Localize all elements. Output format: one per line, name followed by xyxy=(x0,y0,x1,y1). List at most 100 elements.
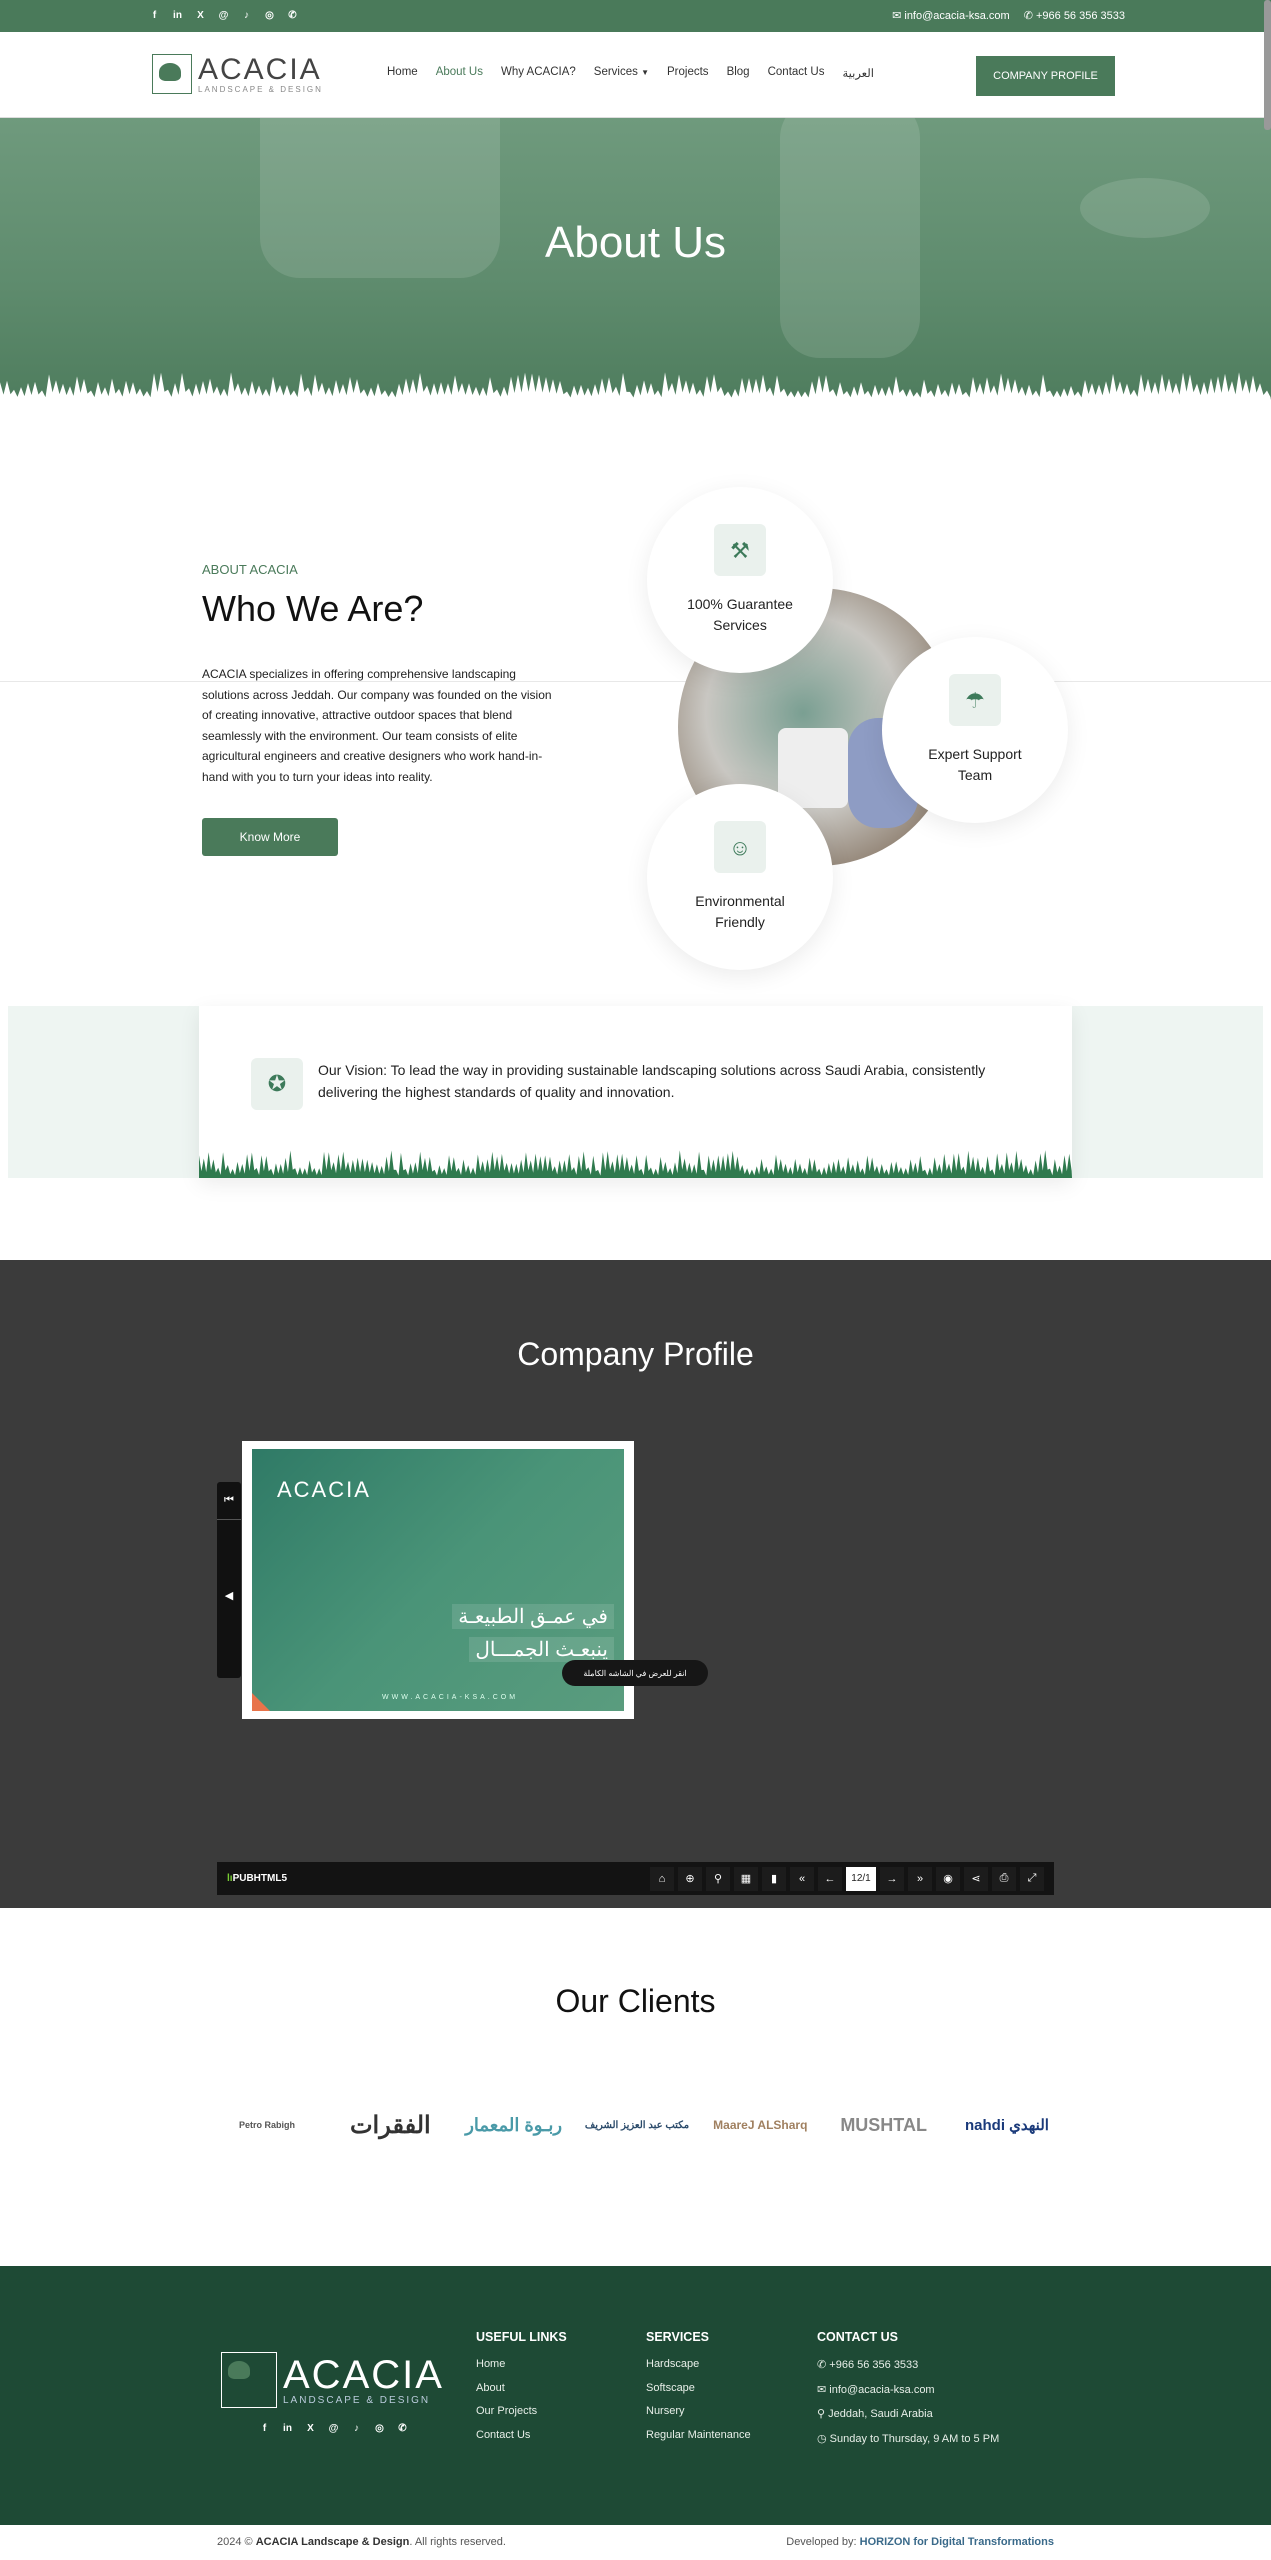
autoplay-icon[interactable]: ◉ xyxy=(936,1866,960,1891)
threads-icon[interactable]: @ xyxy=(217,9,230,22)
tiktok-icon[interactable]: ♪ xyxy=(350,2422,363,2435)
facebook-icon[interactable]: f xyxy=(148,9,161,22)
linkedin-icon[interactable]: in xyxy=(171,9,184,22)
pot-shape xyxy=(778,728,848,808)
contact-email[interactable]: ✉ info@acacia-ksa.com xyxy=(817,2383,999,2396)
phone-link[interactable]: ✆ +966 56 356 3533 xyxy=(1024,9,1125,22)
client-logos: Petro Rabigh الفقرات ربـوة المعمار مكتب … xyxy=(212,2075,1062,2175)
footer-link[interactable]: Nursery xyxy=(646,2405,751,2417)
copyright-bar: 2024 © ACACIA Landscape & Design. All ri… xyxy=(0,2525,1271,2560)
email-link[interactable]: ✉ info@acacia-ksa.com xyxy=(892,9,1010,22)
top-contact: ✉ info@acacia-ksa.com ✆ +966 56 356 3533 xyxy=(892,9,1125,22)
x-icon[interactable]: X xyxy=(194,9,207,22)
share-icon[interactable]: ⋖ xyxy=(964,1866,988,1891)
footer-link[interactable]: Softscape xyxy=(646,2382,751,2394)
fullscreen-icon[interactable]: ⤢ xyxy=(1020,1866,1044,1891)
about-paragraph: ACACIA specializes in offering comprehen… xyxy=(202,667,552,784)
footer-link[interactable]: About xyxy=(476,2382,567,2394)
main-nav: Home About Us Why ACACIA? Services ▼ Pro… xyxy=(387,66,874,80)
last-page-icon[interactable]: » xyxy=(908,1866,932,1891)
section-title: Our Clients xyxy=(555,1983,716,2019)
client-logo: مكتب عبد العزيز الشريف xyxy=(584,2119,690,2131)
developer-credit: Developed by: HORIZON for Digital Transf… xyxy=(786,2536,1054,2548)
search-icon[interactable]: ⚲ xyxy=(706,1866,730,1891)
phone-icon: ✆ xyxy=(817,2359,830,2371)
nav-contact[interactable]: Contact Us xyxy=(768,66,825,80)
page-corner[interactable] xyxy=(252,1693,270,1711)
social-links: f in X @ ♪ ◎ ✆ xyxy=(148,9,299,22)
nav-home[interactable]: Home xyxy=(387,66,418,80)
previous-page-icon[interactable]: ◀ xyxy=(217,1520,241,1670)
footer: ACACIA LANDSCAPE & DESIGN f in X @ ♪ ◎ ✆ USEFUL… xyxy=(0,2266,1271,2525)
feature-support: ☂ Expert Support Team xyxy=(882,637,1068,823)
contact-hours: ◷ Sunday to Thursday, 9 AM to 5 PM xyxy=(817,2432,1000,2445)
footer-social-links: f in X @ ♪ ◎ ✆ xyxy=(258,2422,409,2435)
footer-link[interactable]: Contact Us xyxy=(476,2429,567,2441)
nav-projects[interactable]: Projects xyxy=(667,66,709,80)
section-label: ABOUT ACACIA xyxy=(202,562,298,577)
whatsapp-icon[interactable]: ✆ xyxy=(286,9,299,22)
pubhtml5-logo: lıPUBHTML5 xyxy=(227,1873,288,1884)
nav-arabic[interactable]: العربية xyxy=(842,66,873,80)
instagram-icon[interactable]: ◎ xyxy=(373,2422,386,2435)
header: ACACIA LANDSCAPE & DESIGN Home About Us W… xyxy=(0,32,1271,118)
chevron-down-icon: ▼ xyxy=(641,68,650,77)
contact-info: CONTACT US ✆ +966 56 356 3533 ✉ info@aca… xyxy=(817,2330,1000,2445)
footer-link[interactable]: Our Projects xyxy=(476,2405,567,2417)
developer-link[interactable]: HORIZON for Digital Transformations xyxy=(860,2536,1054,2548)
next-page-icon[interactable]: → xyxy=(880,1866,904,1891)
nav-about[interactable]: About Us xyxy=(436,66,483,80)
client-logo: MaareJ ALSharq xyxy=(713,2118,808,2132)
page-title: About Us xyxy=(545,218,726,267)
mail-icon: ✉ xyxy=(892,10,905,22)
footer-link[interactable]: Home xyxy=(476,2358,567,2370)
page-number-input[interactable]: 12/1 xyxy=(846,1866,876,1891)
contact-phone[interactable]: ✆ +966 56 356 3533 xyxy=(817,2358,999,2371)
feature-environment: ☺ Environmental Friendly xyxy=(647,784,833,970)
company-profile-section: Company Profile xyxy=(0,1260,1271,1908)
location-icon: ⚲ xyxy=(817,2408,829,2420)
tree-logo-icon xyxy=(152,54,192,94)
client-logo: Petro Rabigh xyxy=(238,2120,295,2130)
section-title: Company Profile xyxy=(517,1336,754,1372)
nav-blog[interactable]: Blog xyxy=(727,66,750,80)
footer-logo[interactable]: ACACIA LANDSCAPE & DESIGN xyxy=(221,2352,444,2408)
know-more-button[interactable]: Know More xyxy=(202,818,338,856)
logo[interactable]: ACACIA LANDSCAPE & DESIGN xyxy=(152,54,323,94)
zoom-in-icon[interactable]: ⊕ xyxy=(678,1866,702,1891)
copyright: 2024 © ACACIA Landscape & Design. All ri… xyxy=(217,2536,506,2548)
user-leaf-icon: ☺ xyxy=(714,821,766,873)
vision-card: ✪ Our Vision: To lead the way in providi… xyxy=(199,1006,1072,1178)
contact-location: ⚲ Jeddah, Saudi Arabia xyxy=(817,2408,933,2420)
previous-page-icon[interactable]: ← xyxy=(818,1866,842,1891)
useful-links: USEFUL LINKS Home About Our Projects Con… xyxy=(476,2330,567,2441)
company-profile-button[interactable]: COMPANY PROFILE xyxy=(976,56,1115,96)
client-logo: MUSHTAL xyxy=(840,2114,927,2135)
first-page-icon[interactable]: « xyxy=(790,1866,814,1891)
tiktok-icon[interactable]: ♪ xyxy=(240,9,253,22)
phone-icon: ✆ xyxy=(1023,10,1036,22)
footer-link[interactable]: Hardscape xyxy=(646,2358,751,2370)
nav-why[interactable]: Why ACACIA? xyxy=(501,66,576,80)
facebook-icon[interactable]: f xyxy=(258,2422,271,2435)
footer-link[interactable]: Regular Maintenance xyxy=(646,2429,751,2441)
threads-icon[interactable]: @ xyxy=(327,2422,340,2435)
print-icon[interactable]: ⎙ xyxy=(992,1866,1016,1891)
linkedin-icon[interactable]: in xyxy=(281,2422,294,2435)
nav-services[interactable]: Services ▼ xyxy=(594,66,649,80)
section-title: Who We Are? xyxy=(202,588,424,629)
clock-icon: ◷ xyxy=(817,2432,830,2445)
flipbook-side-controls: ⏮ ◀ xyxy=(217,1482,241,1678)
instagram-icon[interactable]: ◎ xyxy=(263,9,276,22)
fullscreen-tooltip: انقر للعرض في الشاشه الكاملة xyxy=(562,1660,708,1686)
top-bar: f in X @ ♪ ◎ ✆ ✉ info@acacia-ksa.com ✆ +966 56… xyxy=(0,0,1271,32)
thumbnails-icon[interactable]: ▦ xyxy=(734,1866,758,1891)
home-icon[interactable]: ⌂ xyxy=(650,1866,674,1891)
client-logo: ربـوة المعمار xyxy=(465,2114,563,2135)
first-page-icon[interactable]: ⏮ xyxy=(217,1482,241,1520)
whatsapp-icon[interactable]: ✆ xyxy=(396,2422,409,2435)
award-icon: ✪ xyxy=(251,1058,303,1110)
x-icon[interactable]: X xyxy=(304,2422,317,2435)
scrollbar[interactable] xyxy=(1264,0,1271,130)
bookmark-icon[interactable]: ▮ xyxy=(762,1866,786,1891)
